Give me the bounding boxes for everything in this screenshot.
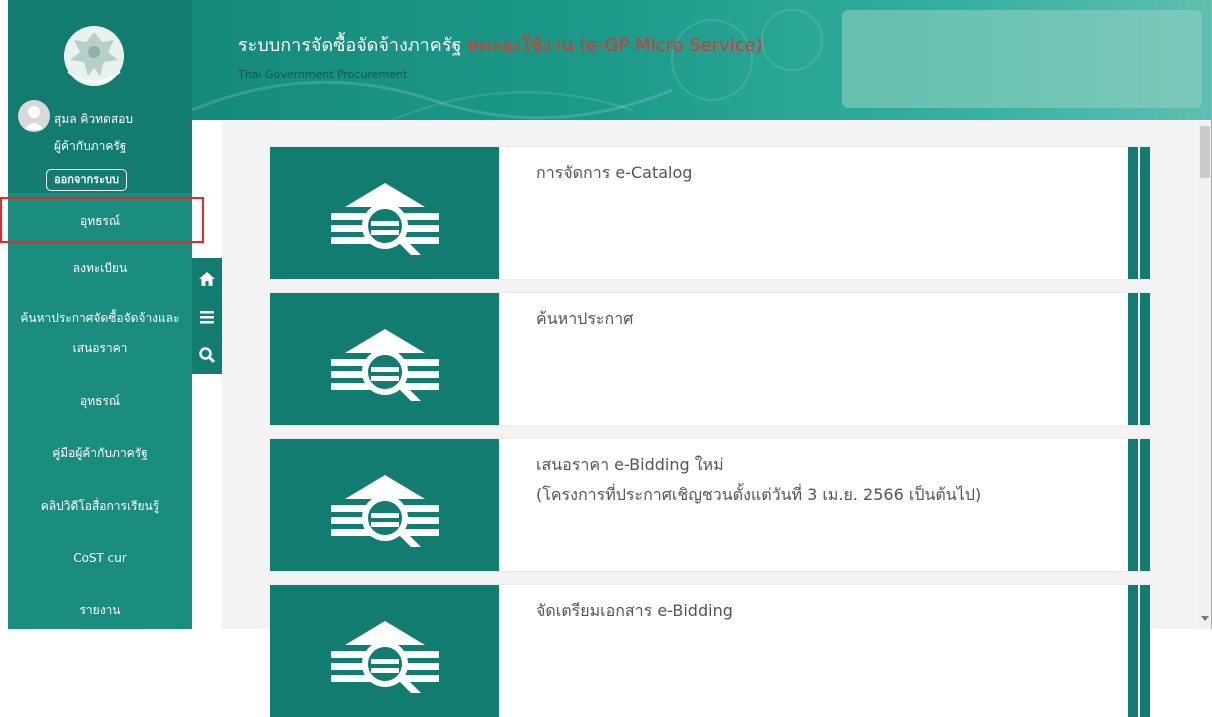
document-search-icon xyxy=(331,475,439,547)
card-title: ค้นหาประกาศ xyxy=(536,309,634,328)
card-edge xyxy=(1128,439,1150,571)
card-thumbnail xyxy=(270,293,499,425)
card-title: จัดเตรียมเอกสาร e-Bidding xyxy=(536,601,733,620)
card-edge xyxy=(1128,293,1150,425)
sidebar-item-search-announcement[interactable]: ค้นหาประกาศจัดซื้อจัดจ้างและ xyxy=(8,308,192,328)
logout-button[interactable]: ออกจากระบบ xyxy=(46,169,127,191)
sidebar-item-search-announcement-line2[interactable]: เสนอราคา xyxy=(8,338,192,358)
avatar xyxy=(18,100,50,132)
card-thumbnail xyxy=(270,147,499,279)
sidebar-item-appeal-2[interactable]: อุทธรณ์ xyxy=(8,391,192,411)
card-title: เสนอราคา e-Bidding ใหม่ xyxy=(536,455,724,474)
main-content: การจัดการ e-Catalog ค้นหาประกาศ เสนอราคา… xyxy=(222,120,1198,717)
user-avatar-icon xyxy=(24,106,44,130)
card-edge xyxy=(1128,585,1150,717)
sidebar-item-video-clips[interactable]: คลิปวิดีโอสื่อการเรียนรู้ xyxy=(8,496,192,516)
document-search-icon xyxy=(331,183,439,255)
search-icon[interactable] xyxy=(198,346,216,364)
garuda-emblem-icon xyxy=(64,26,124,86)
header-blurred-area xyxy=(842,10,1202,108)
card-ebidding-new[interactable]: เสนอราคา e-Bidding ใหม่ (โครงการที่ประกา… xyxy=(270,439,1150,571)
card-title: การจัดการ e-Catalog xyxy=(536,163,693,182)
home-icon[interactable] xyxy=(198,270,216,288)
app-subtitle: Thai Government Procurement xyxy=(238,68,408,81)
card-prepare-documents[interactable]: จัดเตรียมเอกสาร e-Bidding xyxy=(270,585,1150,717)
user-name: สุมล คิวทดสอบ xyxy=(54,112,134,126)
sidebar-item-report[interactable]: รายงาน xyxy=(8,600,192,620)
app-title: ระบบการจัดซื้อจัดจ้างภาครัฐ ทดลองใช้งาน … xyxy=(238,30,763,59)
sidebar-item-vendor-manual[interactable]: คู่มือผู้ค้ากับภาครัฐ xyxy=(8,443,192,463)
sidebar-user-panel: สุมล คิวทดสอบ ผู้ค้ากับภาครัฐ ออกจากระบบ xyxy=(8,0,192,193)
highlight-box xyxy=(0,197,204,243)
card-edge xyxy=(1128,147,1150,279)
sidebar-item-cost[interactable]: CoST cur xyxy=(8,548,192,568)
header: ระบบการจัดซื้อจัดจ้างภาครัฐ ทดลองใช้งาน … xyxy=(192,0,1212,120)
card-thumbnail xyxy=(270,439,499,571)
scroll-thumb[interactable] xyxy=(1200,126,1210,178)
app-title-main: ระบบการจัดซื้อจัดจ้างภาครัฐ xyxy=(238,35,462,56)
scrollbar[interactable] xyxy=(1198,120,1212,629)
mini-toolbar xyxy=(192,258,222,374)
app-title-highlight: ทดลองใช้งาน (e-GP Micro Service) xyxy=(467,35,763,56)
document-search-icon xyxy=(331,329,439,401)
user-role: ผู้ค้ากับภาครัฐ xyxy=(54,139,127,153)
card-subtitle: (โครงการที่ประกาศเชิญชวนตั้งแต่วันที่ 3 … xyxy=(536,485,982,504)
sidebar-item-register[interactable]: ลงทะเบียน xyxy=(8,258,192,278)
scroll-down-arrow-icon[interactable] xyxy=(1201,616,1209,621)
menu-icon[interactable] xyxy=(198,308,216,326)
card-thumbnail xyxy=(270,585,499,717)
card-search-announcement[interactable]: ค้นหาประกาศ xyxy=(270,293,1150,425)
sidebar: สุมล คิวทดสอบ ผู้ค้ากับภาครัฐ ออกจากระบบ… xyxy=(8,0,192,629)
card-ecatalog[interactable]: การจัดการ e-Catalog xyxy=(270,147,1150,279)
